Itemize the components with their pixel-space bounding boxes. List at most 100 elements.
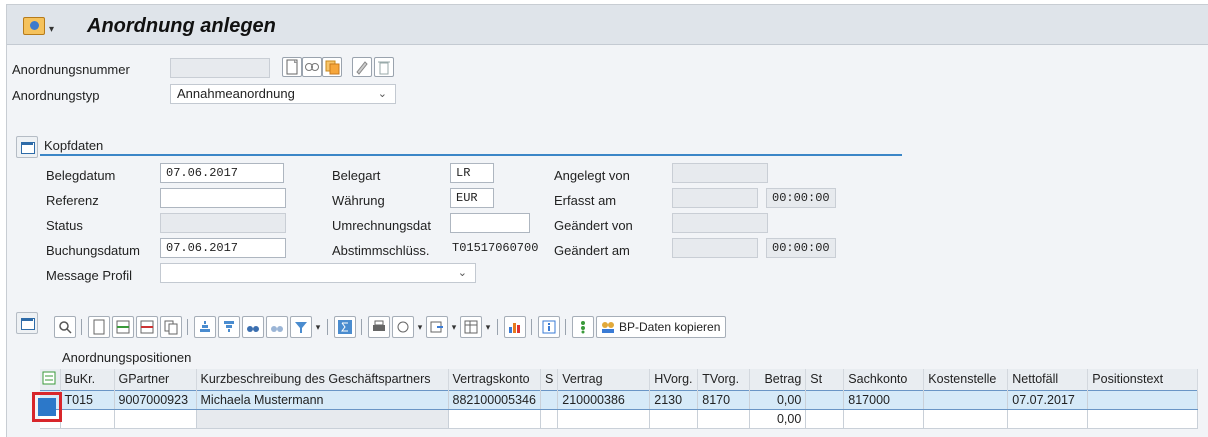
filter-button[interactable]: [290, 316, 312, 338]
belegdatum-field[interactable]: 07.06.2017: [160, 163, 284, 183]
insert-row-button[interactable]: [112, 316, 134, 338]
belegart-field[interactable]: LR: [450, 163, 494, 183]
pencil-icon: [356, 61, 368, 75]
sort-descending-button[interactable]: [218, 316, 240, 338]
copy-icon: [325, 60, 340, 75]
cell-nettofaell[interactable]: [1007, 409, 1089, 429]
anordnungsnummer-field[interactable]: [170, 58, 270, 78]
layout-dropdown-icon[interactable]: ▾: [484, 316, 492, 338]
copy-button[interactable]: [322, 57, 342, 77]
views-button[interactable]: [392, 316, 414, 338]
export-dropdown-icon[interactable]: ▾: [450, 316, 458, 338]
cell-sachkonto[interactable]: 817000: [843, 389, 925, 410]
cell-tvorg[interactable]: [697, 409, 751, 429]
print-button[interactable]: [368, 316, 390, 338]
find-next-button[interactable]: [266, 316, 288, 338]
cell-kurzbeschreibung[interactable]: Michaela Mustermann: [196, 389, 449, 410]
cell-kostenstelle[interactable]: [923, 389, 1009, 410]
cell-sachkonto[interactable]: [843, 409, 925, 429]
umrechnungsdat-field[interactable]: [450, 213, 530, 233]
referenz-field[interactable]: [160, 188, 286, 208]
cell-bukr[interactable]: [60, 409, 115, 429]
cell-st[interactable]: [805, 389, 845, 410]
magnifier-icon: [59, 321, 72, 334]
cell-vertrag[interactable]: 210000386: [557, 389, 651, 410]
delete-row-button[interactable]: [136, 316, 158, 338]
info-button[interactable]: [538, 316, 560, 338]
toggle-positions-button[interactable]: [16, 312, 38, 334]
new-document-button[interactable]: [282, 57, 302, 77]
col-header[interactable]: St: [805, 369, 845, 390]
table-row[interactable]: T015 9007000923 Michaela Mustermann 8821…: [40, 389, 1199, 410]
col-header[interactable]: GPartner: [114, 369, 197, 390]
cell-positionstext[interactable]: [1087, 409, 1199, 429]
cell-vertragskonto[interactable]: [448, 409, 541, 429]
select-all-header[interactable]: [40, 369, 61, 390]
find-button[interactable]: [242, 316, 264, 338]
col-header[interactable]: Vertragskonto: [448, 369, 541, 390]
message-profil-select[interactable]: ⌄: [160, 263, 476, 283]
cell-s[interactable]: [540, 409, 559, 429]
buchungsdatum-field[interactable]: 07.06.2017: [160, 238, 286, 258]
cell-kostenstelle[interactable]: [923, 409, 1009, 429]
info-icon: [542, 320, 556, 334]
cell-betrag[interactable]: 0,00: [749, 409, 807, 429]
page-title: Anordnung anlegen: [87, 15, 276, 37]
cell-gpartner[interactable]: [114, 409, 197, 429]
cell-st[interactable]: [805, 409, 845, 429]
col-header[interactable]: Sachkonto: [843, 369, 925, 390]
cell-nettofaell[interactable]: 07.07.2017: [1007, 389, 1089, 410]
filter-dropdown-icon[interactable]: ▾: [314, 316, 322, 338]
col-header[interactable]: TVorg.: [697, 369, 751, 390]
views-icon: [397, 321, 409, 333]
col-header[interactable]: Nettofäll: [1007, 369, 1089, 390]
cell-gpartner[interactable]: 9007000923: [114, 389, 197, 410]
col-header[interactable]: Betrag: [749, 369, 807, 390]
settings-button[interactable]: [572, 316, 594, 338]
table-row[interactable]: 0,00: [40, 409, 1199, 429]
cell-s[interactable]: [540, 389, 559, 410]
details-button[interactable]: [54, 316, 76, 338]
cell-betrag[interactable]: 0,00: [749, 389, 807, 410]
new-document-icon: [93, 319, 105, 335]
edit-button[interactable]: [352, 57, 372, 77]
col-header[interactable]: S: [540, 369, 559, 390]
export-button[interactable]: [426, 316, 448, 338]
sum-button[interactable]: [334, 316, 356, 338]
sort-ascending-button[interactable]: [194, 316, 216, 338]
menu-dropdown-icon[interactable]: ▾: [49, 25, 59, 35]
col-header[interactable]: BuKr.: [60, 369, 115, 390]
col-header[interactable]: HVorg.: [649, 369, 699, 390]
link-button[interactable]: [302, 57, 322, 77]
toolbar-separator: [324, 316, 332, 338]
cell-tvorg[interactable]: 8170: [697, 389, 751, 410]
cell-positionstext[interactable]: [1087, 389, 1199, 410]
kopfdaten-title: Kopfdaten: [44, 138, 104, 153]
cell-hvorg[interactable]: [649, 409, 699, 429]
sort-descending-icon: [224, 321, 234, 332]
app-menu-icon[interactable]: [23, 17, 45, 35]
toolbar-separator: [78, 316, 86, 338]
bp-daten-kopieren-button[interactable]: BP-Daten kopieren: [596, 316, 727, 338]
layout-button[interactable]: [460, 316, 482, 338]
waehrung-field[interactable]: EUR: [450, 188, 494, 208]
copy-row-button[interactable]: [160, 316, 182, 338]
cell-bukr[interactable]: T015: [60, 389, 115, 410]
selected-row-highlight[interactable]: [32, 392, 62, 422]
col-header[interactable]: Kostenstelle: [923, 369, 1009, 390]
toggle-kopfdaten-button[interactable]: [16, 136, 38, 158]
new-row-button[interactable]: [88, 316, 110, 338]
cell-hvorg[interactable]: 2130: [649, 389, 699, 410]
anordnungstyp-select[interactable]: Annahmeanordnung ⌄: [170, 84, 396, 104]
positions-title: Anordnungspositionen: [62, 350, 192, 365]
graphic-button[interactable]: [504, 316, 526, 338]
cell-vertragskonto[interactable]: 882100005346: [448, 389, 541, 410]
toolbar-separator: [358, 316, 366, 338]
col-header[interactable]: Vertrag: [557, 369, 651, 390]
col-header[interactable]: Kurzbeschreibung des Geschäftspartners: [196, 369, 449, 390]
delete-button[interactable]: [374, 57, 394, 77]
cell-vertrag[interactable]: [557, 409, 651, 429]
toolbar-separator: [184, 316, 192, 338]
views-dropdown-icon[interactable]: ▾: [416, 316, 424, 338]
col-header[interactable]: Positionstext: [1087, 369, 1199, 390]
